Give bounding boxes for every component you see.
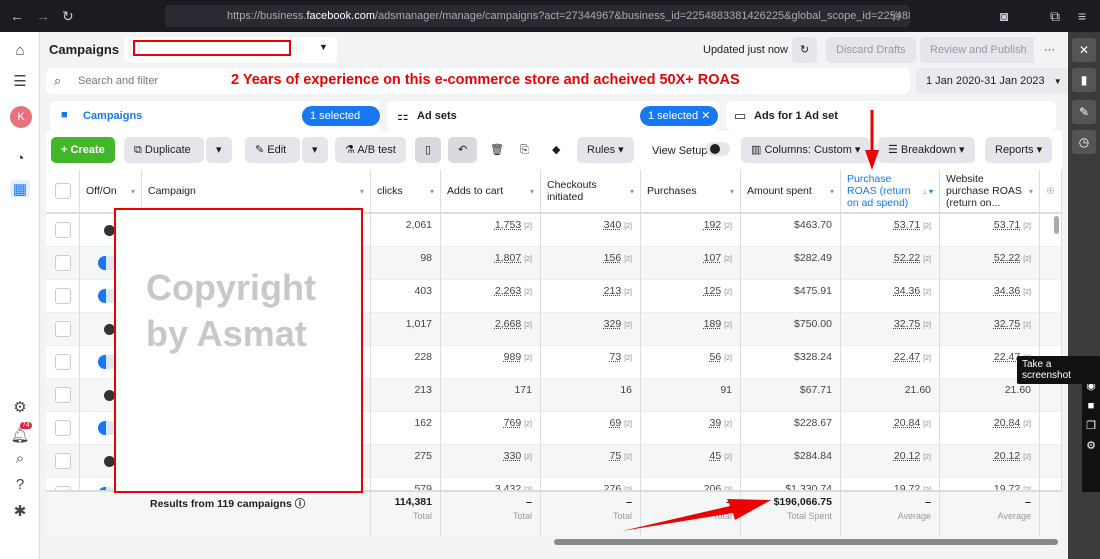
chart-icon[interactable]: ▮	[1072, 68, 1096, 92]
arrow-right-annotation	[622, 499, 771, 531]
clock-icon[interactable]: ◷	[1072, 130, 1096, 154]
right-panel: ✕ ▮ ✎ ◷ ◉ ■ ❐ ⚙	[1068, 32, 1100, 559]
video-icon[interactable]: ■	[1082, 396, 1100, 416]
annotation-arrows	[622, 110, 879, 531]
horizontal-scrollbar[interactable]	[554, 539, 1058, 545]
vertical-scrollbar[interactable]	[1054, 216, 1059, 234]
screenshot-toolbar: ◉ ■ ❐ ⚙	[1082, 372, 1100, 492]
screenshot-tooltip: Take a screenshot	[1017, 356, 1100, 384]
pencil-icon[interactable]: ✎	[1072, 100, 1096, 124]
settings-icon[interactable]: ⚙	[1082, 436, 1100, 456]
window-icon[interactable]: ❐	[1082, 416, 1100, 436]
close-icon[interactable]: ✕	[1072, 38, 1096, 62]
arrow-down-annotation	[865, 110, 879, 170]
